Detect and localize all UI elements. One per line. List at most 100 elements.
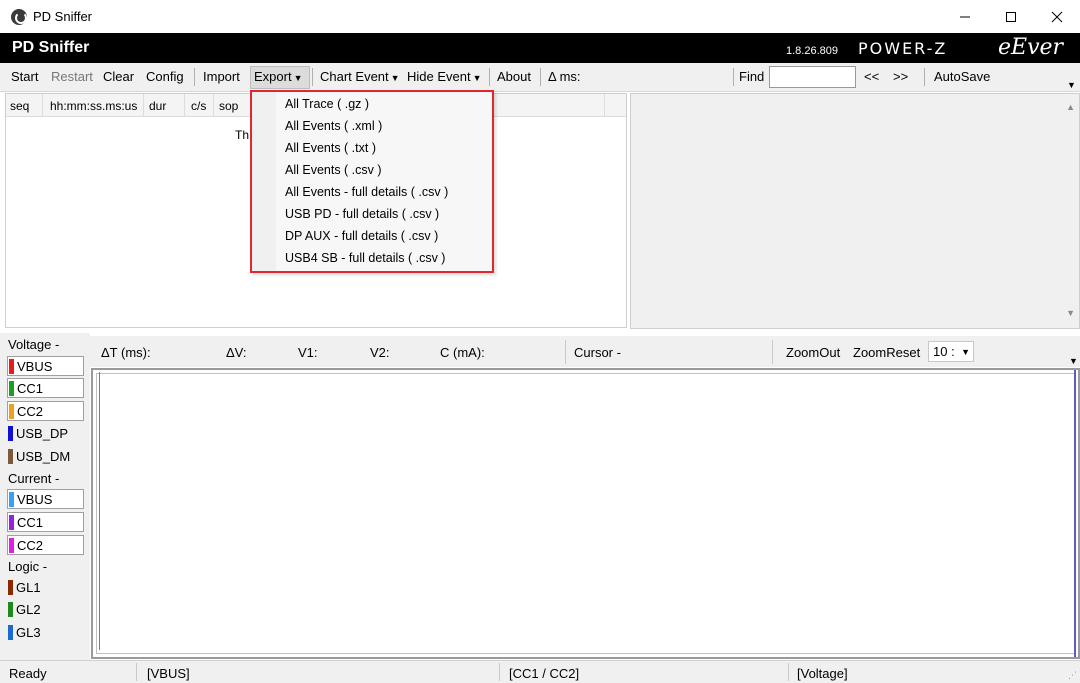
overflow-arrow-icon[interactable]: ▼ <box>1069 356 1078 366</box>
channel-label: CC1 <box>17 381 44 396</box>
power-z-logo: POWER-Z <box>858 39 948 58</box>
restart-button[interactable]: Restart <box>51 69 93 84</box>
channel-voltage-usb-dm[interactable]: USB_DM <box>7 447 84 467</box>
menu-item-all-trace-gz[interactable]: All Trace ( .gz ) <box>285 97 369 111</box>
column-header-cs[interactable]: c/s <box>191 99 206 113</box>
channel-logic-gl3[interactable]: GL3 <box>7 623 84 643</box>
zoom-out-button[interactable]: ZoomOut <box>786 345 840 360</box>
find-next-button[interactable]: >> <box>893 69 908 84</box>
channel-label: VBUS <box>17 492 53 507</box>
resize-grip-icon[interactable]: ⋰ <box>1068 670 1077 681</box>
chevron-down-icon: ▼ <box>390 73 400 83</box>
channel-current-vbus[interactable]: VBUS <box>7 489 84 509</box>
toolbar-divider <box>540 68 541 86</box>
channel-current-cc2[interactable]: CC2 <box>7 535 84 555</box>
scroll-down-icon[interactable]: ▼ <box>1066 308 1075 318</box>
status-bar: Ready [VBUS] [CC1 / CC2] [Voltage] ⋰ <box>0 660 1080 683</box>
scroll-up-icon[interactable]: ▲ <box>1066 102 1075 112</box>
color-swatch <box>9 515 14 530</box>
channel-logic-gl1[interactable]: GL1 <box>7 578 84 598</box>
window-titlebar: PD Sniffer <box>0 0 1080 33</box>
overflow-arrow-icon[interactable]: ▼ <box>1067 80 1076 90</box>
status-text: Ready <box>9 666 47 681</box>
menu-item-all-events-txt[interactable]: All Events ( .txt ) <box>285 141 376 155</box>
column-header-time[interactable]: hh:mm:ss.ms:us <box>50 99 137 113</box>
hide-event-label: Hide Event <box>407 69 471 84</box>
clear-button[interactable]: Clear <box>103 69 134 84</box>
current-ma-label: C (mA): <box>440 345 485 360</box>
measurement-bar: ΔT (ms): ΔV: V1: V2: C (mA): Cursor - Zo… <box>90 336 1080 367</box>
zoom-reset-button[interactable]: ZoomReset <box>853 345 920 360</box>
toolbar-divider <box>312 68 313 86</box>
column-header-dur[interactable]: dur <box>149 99 166 113</box>
color-swatch <box>9 492 14 507</box>
status-mode: [Voltage] <box>797 666 848 681</box>
app-name: PD Sniffer <box>12 39 90 56</box>
waveform-plot-area[interactable] <box>96 373 1075 654</box>
menu-item-all-events-xml[interactable]: All Events ( .xml ) <box>285 119 382 133</box>
channel-label: GL2 <box>16 602 41 617</box>
maximize-button[interactable] <box>988 0 1034 33</box>
channel-voltage-cc1[interactable]: CC1 <box>7 378 84 398</box>
voltage-group-label[interactable]: Voltage - <box>8 337 59 352</box>
config-button[interactable]: Config <box>146 69 184 84</box>
minimize-icon <box>960 16 970 17</box>
delta-t-label: ΔT (ms): <box>101 345 151 360</box>
measure-divider <box>565 340 566 364</box>
channel-logic-gl2[interactable]: GL2 <box>7 600 84 620</box>
column-header-sop[interactable]: sop <box>219 99 238 113</box>
waveform-right-border <box>1074 370 1076 657</box>
table-message: Th <box>235 128 250 142</box>
channel-voltage-cc2[interactable]: CC2 <box>7 401 84 421</box>
delta-ms-label: Δ ms: <box>548 69 581 84</box>
menu-item-all-events-csv[interactable]: All Events ( .csv ) <box>285 163 382 177</box>
app-logo-icon <box>11 8 27 25</box>
logic-group-label[interactable]: Logic - <box>8 559 47 574</box>
color-swatch <box>9 359 14 374</box>
chevron-down-icon: ▼ <box>961 347 970 357</box>
color-swatch <box>8 426 13 441</box>
chart-event-button[interactable]: Chart Event ▼ <box>320 69 400 84</box>
chart-event-label: Chart Event <box>320 69 389 84</box>
channel-current-cc1[interactable]: CC1 <box>7 512 84 532</box>
color-swatch <box>8 625 13 640</box>
column-header-seq[interactable]: seq <box>10 99 29 113</box>
find-input[interactable] <box>769 66 856 88</box>
detail-panel[interactable]: ▲ ▼ <box>630 93 1080 329</box>
toolbar-divider <box>733 68 734 86</box>
color-swatch <box>8 449 13 464</box>
toolbar-divider <box>489 68 490 86</box>
menu-item-all-events-full-csv[interactable]: All Events - full details ( .csv ) <box>285 185 448 199</box>
cursor-label: Cursor - <box>574 345 621 360</box>
hide-event-button[interactable]: Hide Event ▼ <box>407 69 482 84</box>
menu-item-dp-aux-full-csv[interactable]: DP AUX - full details ( .csv ) <box>285 229 438 243</box>
cursor-line[interactable] <box>99 372 100 650</box>
export-dropdown-menu: All Trace ( .gz ) All Events ( .xml ) Al… <box>250 90 494 273</box>
menu-item-usb4-sb-full-csv[interactable]: USB4 SB - full details ( .csv ) <box>285 251 445 265</box>
chevron-down-icon: ▼ <box>472 73 482 83</box>
channel-label: CC2 <box>17 538 44 553</box>
close-button[interactable] <box>1034 0 1080 33</box>
about-button[interactable]: About <box>497 69 531 84</box>
menu-item-usb-pd-full-csv[interactable]: USB PD - full details ( .csv ) <box>285 207 439 221</box>
channel-panel: Voltage - VBUS CC1 CC2 USB_DP USB_DM Cur… <box>0 333 90 660</box>
v2-label: V2: <box>370 345 390 360</box>
find-prev-button[interactable]: << <box>864 69 879 84</box>
start-button[interactable]: Start <box>11 69 38 84</box>
toolbar-divider <box>924 68 925 86</box>
channel-voltage-vbus[interactable]: VBUS <box>7 356 84 376</box>
channel-voltage-usb-dp[interactable]: USB_DP <box>7 424 84 444</box>
delta-v-label: ΔV: <box>226 345 247 360</box>
current-group-label[interactable]: Current - <box>8 471 59 486</box>
minimize-button[interactable] <box>942 0 988 33</box>
status-cc: [CC1 / CC2] <box>509 666 580 681</box>
column-divider <box>213 94 214 116</box>
import-button[interactable]: Import <box>203 69 240 84</box>
maximize-icon <box>1006 11 1016 22</box>
waveform-chart[interactable] <box>91 368 1080 659</box>
column-divider <box>42 94 43 116</box>
zoom-select[interactable]: 10 : ▼ <box>928 341 974 362</box>
autosave-toggle[interactable]: AutoSave <box>934 69 990 84</box>
toolbar: Start Restart Clear Config Import Export… <box>0 63 1080 92</box>
export-button[interactable]: Export ▼ <box>254 69 303 84</box>
